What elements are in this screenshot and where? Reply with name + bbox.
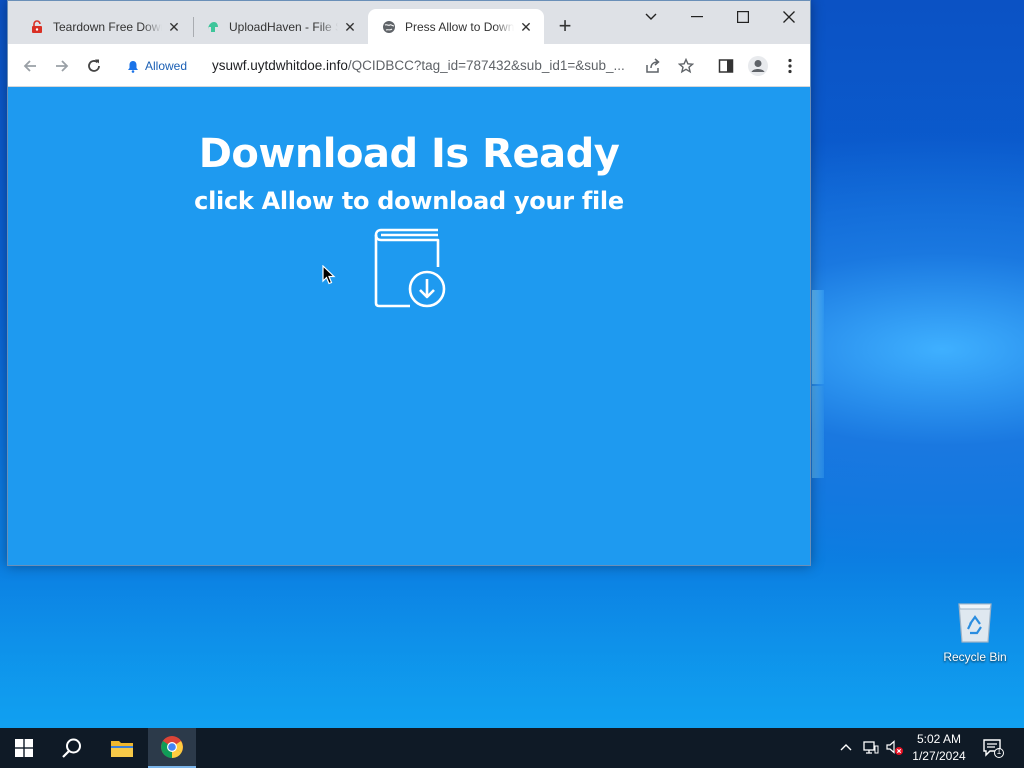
search-icon [62,738,81,758]
tab-search-button[interactable] [628,1,674,33]
tab-press-allow[interactable]: Press Allow to Download ✕ [368,9,544,44]
book-download-icon [374,228,446,308]
network-icon[interactable] [863,740,879,756]
lock-red-icon [32,19,42,33]
tab-strip: Teardown Free Download ✕ UploadHaven - F… [8,1,810,44]
forward-arrow-icon [56,60,69,72]
new-tab-button[interactable]: + [554,15,576,38]
tab-teardown[interactable]: Teardown Free Download ✕ [16,9,192,44]
close-tab-icon[interactable]: ✕ [518,19,534,35]
wallpaper-light-beam [812,386,824,478]
volume-muted-icon[interactable] [886,740,904,756]
notification-count-badge: 1 [996,747,1002,756]
close-tab-icon[interactable]: ✕ [166,19,182,35]
notification-permission-chip[interactable]: Allowed [119,53,197,79]
permission-chip-label: Allowed [145,59,188,73]
taskbar: 5:02 AM 1/27/2024 1 [0,728,1024,768]
start-button[interactable] [0,728,48,768]
page-subline: click Allow to download your file [194,187,624,215]
profile-button[interactable] [745,53,771,79]
reload-icon [88,59,100,72]
chevron-down-icon [645,13,657,20]
system-clock[interactable]: 5:02 AM 1/27/2024 [906,731,972,765]
address-bar[interactable]: ysuwf.uytdwhitdoe.info/QCIDBCC?tag_id=78… [212,58,625,73]
close-tab-icon[interactable]: ✕ [342,19,358,35]
wallpaper-glow [0,560,1024,728]
browser-toolbar: Allowed ysuwf.uytdwhitdoe.info/QCIDBCC?t… [8,44,810,87]
url-path: /QCIDBCC?tag_id=787432&sub_id1=&sub_... [347,58,625,73]
globe-icon [383,20,395,33]
forward-button[interactable] [49,53,75,79]
bookmark-button[interactable] [673,53,699,79]
uploadhaven-icon [208,21,218,32]
windows-logo-icon [15,739,33,757]
recycle-bin-icon [955,600,995,644]
close-window-button[interactable] [766,1,812,33]
avatar-icon [748,56,768,76]
url-host: ysuwf.uytdwhitdoe.info [212,58,348,73]
tab-title: UploadHaven - File Sharing [229,19,338,34]
clock-date: 1/27/2024 [912,749,966,763]
share-icon [646,58,660,73]
bell-icon [128,60,138,73]
kebab-menu-icon [788,58,792,74]
browser-window: Teardown Free Download ✕ UploadHaven - F… [7,0,811,566]
tab-uploadhaven[interactable]: UploadHaven - File Sharing ✕ [192,9,368,44]
maximize-button[interactable] [720,1,766,33]
recycle-bin-shortcut[interactable]: Recycle Bin [940,600,1010,664]
clock-time: 5:02 AM [916,732,962,746]
search-button[interactable] [48,728,96,768]
show-hidden-icons-icon[interactable] [840,742,852,752]
chrome-icon [161,736,183,758]
tab-title: Press Allow to Download [405,19,514,34]
side-panel-icon [718,59,734,73]
back-arrow-icon [23,60,36,72]
back-button[interactable] [17,53,43,79]
minimize-icon [691,16,703,18]
maximize-icon [737,11,749,23]
side-panel-button[interactable] [713,53,739,79]
close-icon [783,11,795,23]
chrome-taskbar-button[interactable] [148,728,196,768]
star-icon [678,58,694,74]
reload-button[interactable] [81,53,107,79]
minimize-button[interactable] [674,1,720,33]
tab-title: Teardown Free Download [53,19,162,34]
page-headline: Download Is Ready [198,131,620,177]
folder-icon [111,741,133,757]
action-center-button[interactable]: 1 [982,738,1004,758]
share-button[interactable] [640,53,666,79]
recycle-bin-label: Recycle Bin [943,650,1007,664]
mouse-cursor-icon [322,265,336,285]
menu-button[interactable] [777,53,803,79]
page-content: Download Is Ready click Allow to downloa… [8,87,810,565]
wallpaper-light-beam [812,290,824,384]
file-explorer-button[interactable] [98,728,146,768]
